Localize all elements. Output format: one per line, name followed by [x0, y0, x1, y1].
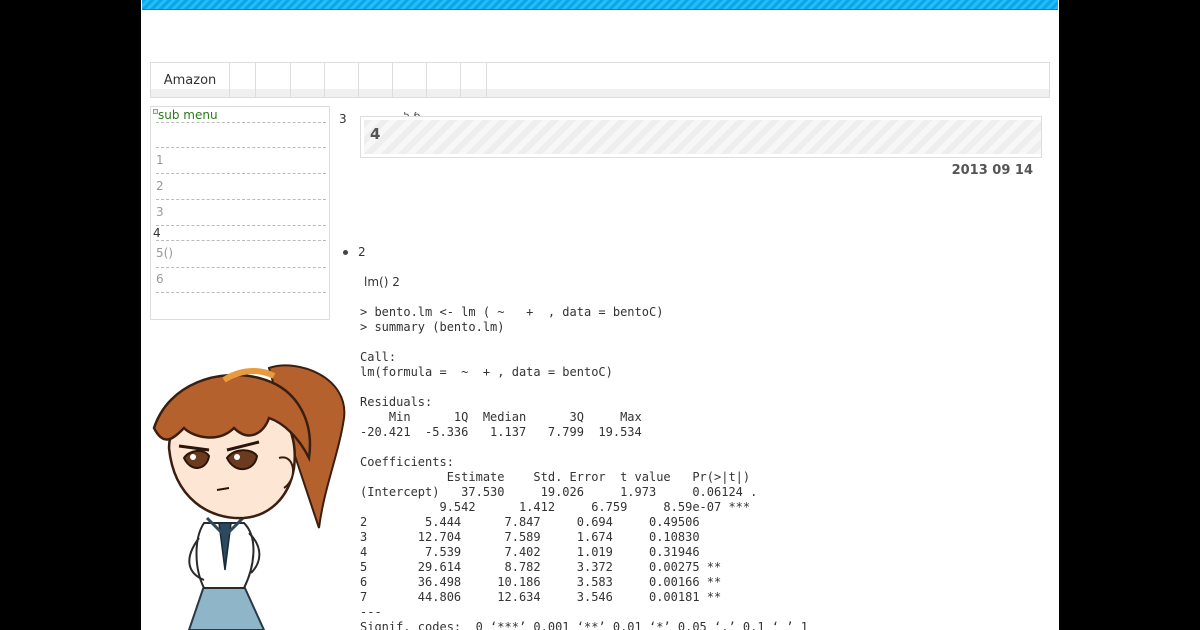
post-title-box: 4: [360, 116, 1042, 158]
post-title[interactable]: 4: [370, 125, 380, 143]
sidebar-item-5[interactable]: 5(): [156, 240, 326, 268]
bullet-text: 2: [358, 245, 366, 259]
code-line: > summary (bento.lm): [360, 320, 505, 334]
sidebar-item-3[interactable]: 3: [156, 200, 326, 226]
post-date: 2013 09 14: [951, 163, 1033, 178]
sidebar-item-label: 5(): [156, 246, 173, 260]
page: Amazon sub menu 1 2 3 4 5() 6 3 4 2013 0…: [141, 0, 1059, 630]
sidebar-item-label: 6: [156, 272, 164, 286]
code-line: 6 36.498 10.186 3.583 0.00166 **: [360, 575, 722, 589]
code-line: Coefficients:: [360, 455, 454, 469]
code-line: Min 1Q Median 3Q Max: [360, 410, 642, 424]
sidebar-item-label: 2: [156, 179, 164, 193]
nav-item[interactable]: [325, 63, 359, 97]
nav-bar: Amazon: [150, 62, 1050, 98]
nav-item-amazon[interactable]: Amazon: [151, 63, 230, 97]
nav-item[interactable]: [291, 63, 325, 97]
sidebar-item-empty[interactable]: [156, 123, 326, 148]
sidebar-item-label: 3: [156, 205, 164, 219]
sidebar-item-2[interactable]: 2: [156, 174, 326, 200]
sidebar-sub-menu-row[interactable]: sub menu: [153, 107, 326, 123]
code-line: Call:: [360, 350, 397, 364]
nav-item[interactable]: [461, 63, 487, 97]
code-line: 2 5.444 7.847 0.694 0.49506: [360, 515, 700, 529]
sidebar-item-4[interactable]: 4: [153, 226, 161, 240]
post-title-bar: [364, 120, 1041, 154]
code-line: lm(formula = ~ + , data = bentoC): [360, 365, 613, 379]
nav-item[interactable]: [393, 63, 427, 97]
sidebar-sub-menu-link[interactable]: sub menu: [158, 108, 218, 122]
nav-item[interactable]: [230, 63, 256, 97]
sidebar: sub menu 1 2 3 4 5() 6: [150, 106, 330, 320]
code-line: 3 12.704 7.589 1.674 0.10830: [360, 530, 700, 544]
top-banner: [142, 0, 1058, 10]
r-output-code-block: > bento.lm <- lm ( ~ + , data = bentoC) …: [360, 305, 808, 630]
code-line: 9.542 1.412 6.759 8.59e-07 ***: [360, 500, 751, 514]
anime-girl-illustration: [152, 364, 346, 630]
sidebar-item-6[interactable]: 6: [156, 267, 326, 293]
code-line: Signif. codes: 0 ‘***’ 0.001 ‘**’ 0.01 ‘…: [360, 620, 808, 630]
code-line: 5 29.614 8.782 3.372 0.00275 **: [360, 560, 722, 574]
code-line: -20.421 -5.336 1.137 7.799 19.534: [360, 425, 642, 439]
code-line: > bento.lm <- lm ( ~ + , data = bentoC): [360, 305, 664, 319]
post-number: 3: [339, 112, 347, 126]
code-line: 7 44.806 12.634 3.546 0.00181 **: [360, 590, 722, 604]
code-line: Estimate Std. Error t value Pr(>|t|): [360, 470, 751, 484]
sidebar-item-1[interactable]: 1: [156, 148, 326, 174]
nav-item[interactable]: [427, 63, 461, 97]
code-line: Residuals:: [360, 395, 433, 409]
code-line: (Intercept) 37.530 19.026 1.973 0.06124 …: [360, 485, 758, 499]
code-line: ---: [360, 605, 382, 619]
bullet-icon: [343, 250, 348, 255]
nav-item[interactable]: [256, 63, 291, 97]
lm-description: lm() 2: [364, 275, 400, 289]
code-line: 4 7.539 7.402 1.019 0.31946: [360, 545, 700, 559]
nav-item[interactable]: [359, 63, 393, 97]
bullet-item: 2: [343, 245, 366, 259]
sidebar-item-label: 1: [156, 153, 164, 167]
